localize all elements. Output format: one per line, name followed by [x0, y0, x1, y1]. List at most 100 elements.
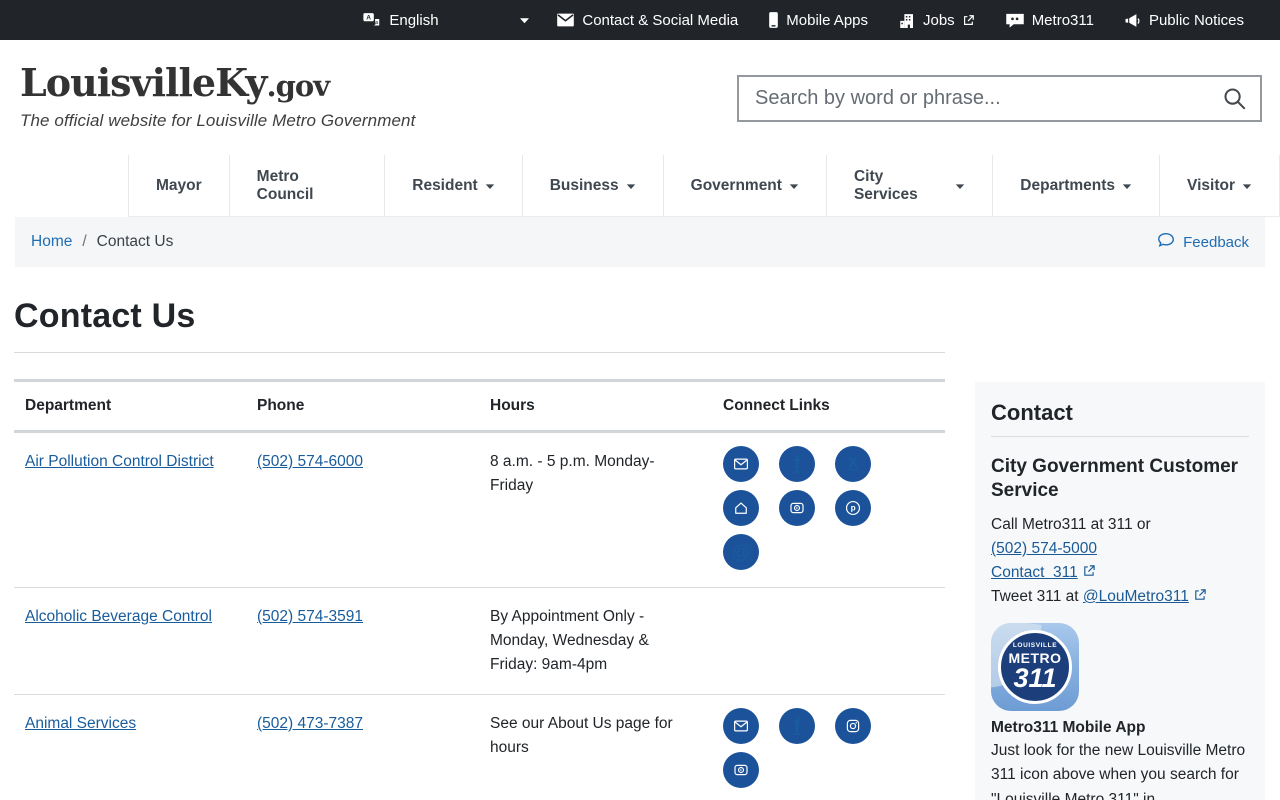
youtube-link[interactable] [779, 490, 815, 526]
phone-link[interactable]: (502) 574-3591 [257, 608, 363, 625]
column-header-phone: Phone [257, 397, 305, 414]
top-utility-bar: Aa English Contact & Social Media Mobile … [0, 0, 1280, 40]
metro311-call-line: Call Metro311 at 311 or (502) 574-5000 [991, 513, 1249, 561]
contact-table: Department Phone Hours Connect Links Air Po… [14, 379, 945, 800]
email-link[interactable] [723, 446, 759, 482]
chevron-down-icon [485, 182, 495, 191]
search-input[interactable] [739, 77, 1217, 120]
app-icon-louisville: LOUISVILLE [1012, 642, 1058, 650]
topbar-item-label: Contact & Social Media [582, 11, 739, 29]
connect-links: f Xp @ [723, 446, 871, 570]
column-header-department: Department [25, 397, 112, 414]
topbar-links: Contact & Social Media Mobile Apps Jobs Met… [556, 11, 1244, 29]
nav-item-business[interactable]: Business [521, 155, 663, 216]
chevron-down-icon [1242, 182, 1252, 191]
chevron-down-icon [626, 182, 636, 191]
mobile-icon [768, 11, 779, 29]
site-header: LouisvilleKy.gov The official website fo… [0, 40, 1280, 155]
department-link[interactable]: Alcoholic Beverage Control [25, 608, 212, 625]
nav-item-resident[interactable]: Resident [384, 155, 521, 216]
youtube-link[interactable] [723, 752, 759, 788]
nav-item-label: Visitor [1187, 176, 1235, 194]
metro311-app-icon[interactable]: LOUISVILLE METRO 311 [991, 622, 1079, 711]
app-description: Just look for the new Louisville Metro 3… [991, 741, 1246, 800]
metro311-phone-link[interactable]: (502) 574-5000 [991, 540, 1097, 557]
feedback-link[interactable]: Feedback [1156, 230, 1249, 254]
site-logo[interactable]: LouisvilleKy.gov The official website fo… [20, 64, 415, 131]
site-tld: .gov [266, 69, 331, 103]
loumetro311-link[interactable]: @LouMetro311 [1083, 588, 1189, 605]
table-row: Air Pollution Control District (502) 574-… [14, 433, 945, 587]
topbar-item-public-notices[interactable]: Public Notices [1124, 12, 1244, 29]
topbar-item-jobs[interactable]: Jobs [898, 12, 975, 29]
youtube-icon [732, 761, 750, 779]
tweet-311-line: Tweet 311 at @LouMetro311 [991, 585, 1249, 609]
facebook-link[interactable]: f [779, 446, 815, 482]
instagram-link[interactable] [835, 708, 871, 744]
hours-text: By Appointment Only - Monday, Wednesday … [490, 608, 649, 673]
hours-text: See our About Us page for hours [490, 715, 673, 756]
chat-icon [1005, 12, 1025, 29]
facebook-icon: f [793, 453, 801, 475]
speech-bubble-icon [1156, 230, 1176, 254]
envelope-icon [556, 12, 575, 28]
phone-link[interactable]: (502) 574-6000 [257, 453, 363, 470]
email-link[interactable] [723, 708, 759, 744]
page-title: Contact Us [14, 297, 196, 335]
department-link[interactable]: Animal Services [25, 715, 136, 732]
search-box [737, 75, 1262, 122]
nav-item-label: Business [549, 176, 619, 194]
table-header-row: Department Phone Hours Connect Links [14, 379, 945, 433]
nav-item-label: Metro Council [256, 167, 314, 203]
language-selector[interactable]: Aa English [362, 12, 530, 29]
email-icon [732, 717, 750, 735]
site-name: LouisvilleKy [20, 60, 267, 105]
external-link-icon [962, 14, 975, 27]
contact-sidebar: Contact City Government Customer Service… [975, 382, 1265, 800]
feedback-label: Feedback [1183, 233, 1249, 251]
tweet-prefix: Tweet 311 at [991, 587, 1083, 605]
nav-item-label: Mayor [156, 176, 202, 194]
breadcrumb-current: Contact Us [96, 233, 174, 250]
chevron-down-icon [789, 182, 799, 191]
nav-item-government[interactable]: Government [662, 155, 826, 216]
app-title: Metro311 Mobile App [991, 718, 1146, 736]
breadcrumb-separator: / [82, 233, 87, 250]
x-twitter-link[interactable]: X [835, 446, 871, 482]
youtube-icon [788, 499, 806, 517]
contact-311-link[interactable]: Contact 311 [991, 564, 1078, 581]
call-prefix: Call Metro311 at 311 or [991, 515, 1151, 533]
topbar-item-label: Metro311 [1031, 11, 1094, 29]
nav-item-departments[interactable]: Departments [992, 155, 1159, 216]
threads-link[interactable]: @ [723, 534, 759, 570]
topbar-item-contact-social-media[interactable]: Contact & Social Media [556, 12, 738, 29]
svg-text:p: p [851, 504, 856, 513]
nav-item-mayor[interactable]: Mayor [128, 155, 229, 216]
nav-item-metro-council[interactable]: Metro Council [228, 155, 385, 216]
nav-item-label: Departments [1020, 176, 1116, 194]
pinterest-link[interactable]: p [835, 490, 871, 526]
building-icon [898, 12, 916, 29]
topbar-item-metro311[interactable]: Metro311 [1005, 12, 1094, 29]
contact-311-line: Contact 311 [991, 561, 1249, 585]
breadcrumb-home-link[interactable]: Home [31, 233, 72, 251]
nav-item-city-services[interactable]: City Services [825, 155, 992, 216]
nav-item-visitor[interactable]: Visitor [1159, 155, 1280, 216]
language-label: English [389, 11, 439, 29]
phone-link[interactable]: (502) 473-7387 [257, 715, 363, 732]
nextdoor-link[interactable] [723, 490, 759, 526]
site-tagline: The official website for Louisville Metr… [20, 111, 416, 130]
sidebar-heading: City Government Customer Service [991, 456, 1239, 501]
contact-content: Contact Us Department Phone Hours Connect L… [14, 267, 945, 800]
translate-icon: Aa [362, 12, 381, 29]
instagram-icon [844, 717, 862, 735]
svg-text:A: A [367, 14, 372, 21]
department-link[interactable]: Air Pollution Control District [25, 453, 214, 470]
external-link-icon [1082, 564, 1096, 578]
facebook-link[interactable]: f [779, 708, 815, 744]
column-header-hours: Hours [490, 397, 535, 414]
search-icon[interactable] [1217, 85, 1260, 112]
nav-item-label: City Services [853, 167, 918, 203]
threads-icon: @ [731, 541, 751, 563]
topbar-item-mobile-apps[interactable]: Mobile Apps [768, 11, 868, 29]
